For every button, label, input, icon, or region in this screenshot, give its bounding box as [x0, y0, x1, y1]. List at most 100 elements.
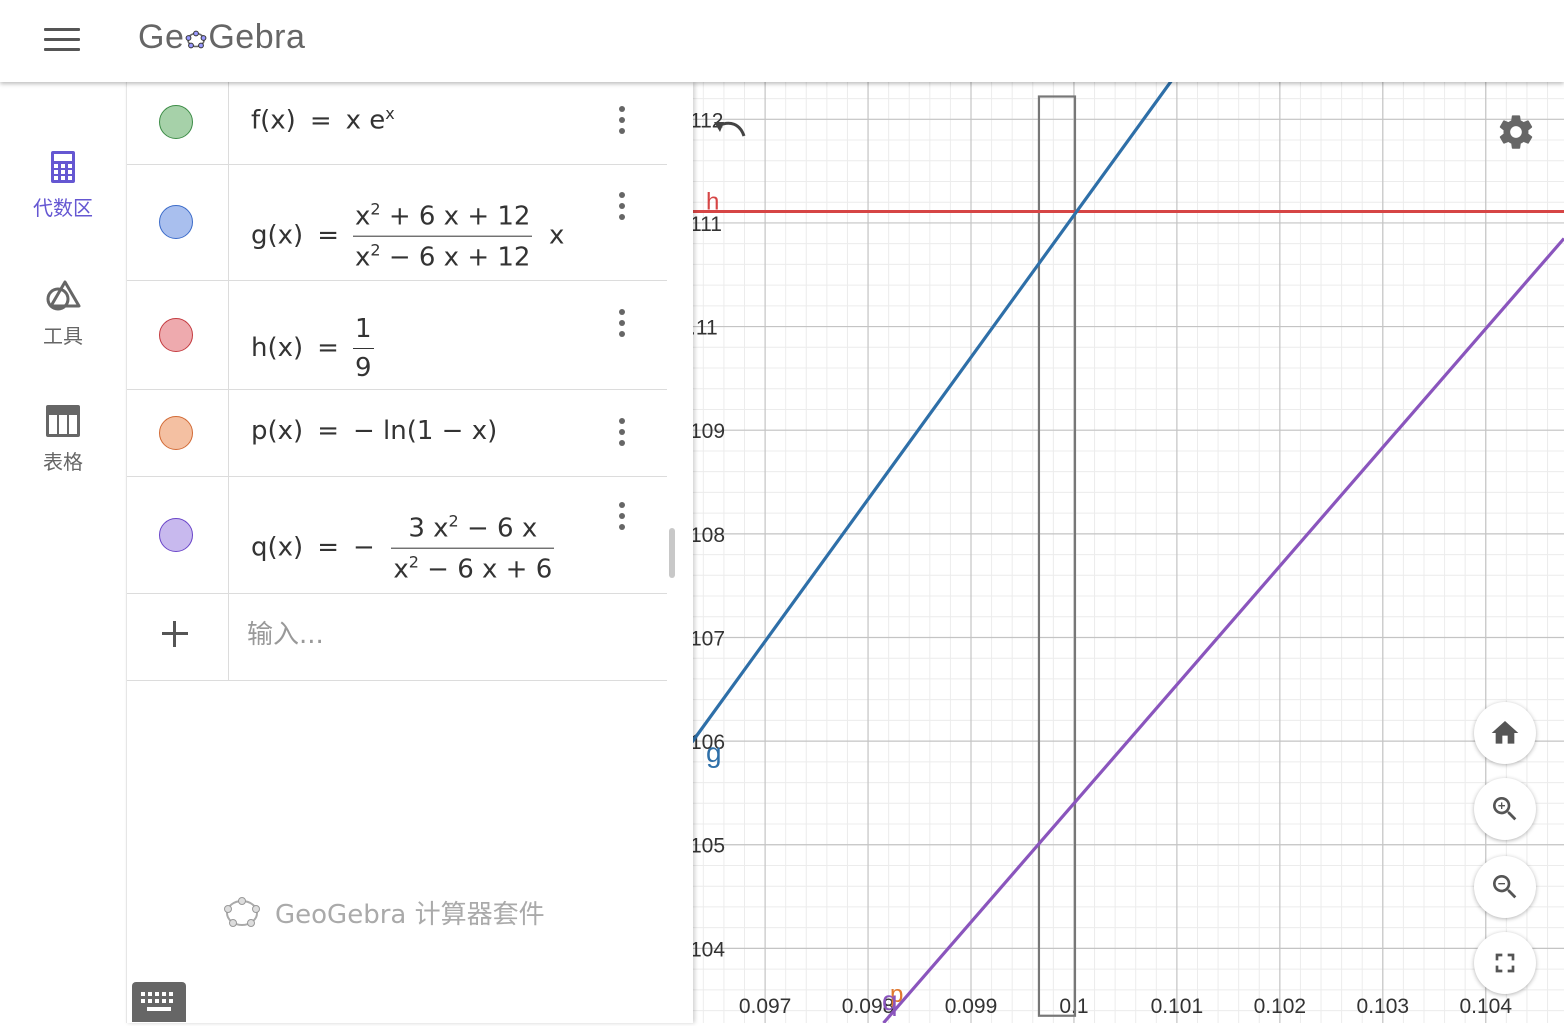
algebra-input[interactable] [245, 614, 649, 656]
nav-item-tools[interactable]: 工具 [0, 278, 126, 349]
equals-sign: = [317, 333, 339, 363]
formula-p[interactable]: p(x) = − ln(1 − x) [251, 416, 497, 446]
fullscreen-button[interactable] [1474, 932, 1536, 994]
more-options-icon[interactable] [617, 309, 627, 343]
selection-rectangle [1037, 95, 1077, 1017]
menu-icon[interactable] [44, 28, 80, 54]
nav-label-table: 表格 [43, 450, 83, 474]
nav-label-algebra: 代数区 [33, 196, 93, 220]
zoom-in-icon [1493, 797, 1517, 821]
marble-cell [127, 477, 229, 593]
y-tick-label: 107 [692, 627, 725, 650]
visibility-marble[interactable] [159, 318, 193, 352]
marble-cell [127, 164, 229, 280]
app-header: Ge Gebra [0, 0, 1564, 82]
nav-label-tools: 工具 [43, 324, 83, 348]
denominator: x2 − 6 x + 12 [354, 240, 531, 272]
x-tick-label: 0.097 [739, 995, 792, 1018]
visibility-marble[interactable] [159, 105, 193, 139]
equals-sign: = [317, 532, 339, 563]
zoom-in-button[interactable] [1474, 778, 1536, 840]
x-tick-label: 0.099 [945, 995, 998, 1018]
y-tick-label: 111 [692, 213, 722, 236]
graphics-view[interactable]: 0.097 0.098 0.099 0.1 0.101 0.102 0.103 0.104 11… [692, 82, 1564, 1023]
nav-item-table[interactable]: 表格 [0, 404, 126, 475]
home-button[interactable] [1474, 702, 1536, 764]
fullscreen-icon [1495, 953, 1515, 973]
nav-item-algebra[interactable]: 代数区 [0, 150, 126, 221]
scrollbar-thumb[interactable] [669, 528, 675, 578]
pentagon-logo-icon [185, 30, 207, 49]
marble-cell [127, 594, 229, 680]
visibility-marble[interactable] [159, 205, 193, 239]
x-tick-label: 0.102 [1254, 995, 1307, 1018]
curve-label-g: g [706, 737, 722, 768]
gear-icon[interactable] [1496, 112, 1536, 152]
curve-label-q: q [882, 985, 898, 1016]
algebra-row-q[interactable]: q(x) = − 3 x2 − 6 x x2 − 6 x + 6 [127, 477, 667, 594]
algebra-view: f(x) = x ex g(x) = x2 + 6 x + 12 x2 − 6 x + 1… [126, 82, 693, 1023]
x-tick-label: 0.104 [1459, 995, 1512, 1018]
marble-cell [127, 390, 229, 476]
more-options-icon[interactable] [617, 192, 627, 226]
home-icon [1491, 721, 1519, 744]
zoom-out-button[interactable] [1474, 856, 1536, 918]
suite-text: GeoGebra 计算器套件 [275, 900, 545, 930]
formula-h[interactable]: h(x) = 1 9 [251, 314, 374, 383]
function-name: p(x) [251, 416, 304, 446]
marble-cell [127, 281, 229, 389]
curve-label-h: h [706, 188, 719, 215]
equals-sign: = [309, 105, 332, 136]
y-tick-label: 108 [692, 524, 725, 547]
more-options-icon[interactable] [617, 502, 627, 536]
visibility-marble[interactable] [159, 416, 193, 450]
fraction: 19 [352, 314, 374, 383]
equals-sign: = [317, 220, 339, 251]
formula-g[interactable]: g(x) = x2 + 6 x + 12 x2 − 6 x + 12 x [251, 200, 564, 272]
geogebra-logo: Ge Gebra [138, 18, 306, 56]
expression-tail: x [549, 220, 565, 251]
numerator: x2 + 6 x + 12 [352, 200, 533, 237]
keyboard-icon[interactable] [132, 982, 186, 1022]
more-options-icon[interactable] [617, 106, 627, 140]
denominator: 9 [354, 353, 372, 383]
function-name: q(x) [251, 532, 304, 563]
fraction: 3 x2 − 6 x x2 − 6 x + 6 [391, 512, 555, 584]
formula-q[interactable]: q(x) = − 3 x2 − 6 x x2 − 6 x + 6 [251, 512, 555, 584]
plus-icon[interactable] [160, 619, 190, 649]
y-tick-label: .11 [692, 317, 718, 340]
equals-sign: = [317, 416, 339, 446]
side-nav: 代数区 工具 表格 [0, 82, 126, 1023]
function-name: h(x) [251, 333, 304, 363]
algebra-row-p[interactable]: p(x) = − ln(1 − x) [127, 390, 667, 477]
marble-cell [127, 82, 229, 164]
shapes-icon [46, 280, 81, 311]
x-tick-label: 0.101 [1151, 995, 1204, 1018]
algebra-row-g[interactable]: g(x) = x2 + 6 x + 12 x2 − 6 x + 12 x [127, 164, 667, 281]
denominator: x2 − 6 x + 6 [393, 552, 553, 584]
algebra-row-f[interactable]: f(x) = x ex [127, 82, 667, 165]
formula-f[interactable]: f(x) = x ex [251, 104, 395, 136]
undo-icon[interactable] [710, 112, 750, 142]
more-options-icon[interactable] [617, 418, 627, 452]
algebra-input-row[interactable] [127, 594, 667, 681]
visibility-marble[interactable] [159, 518, 193, 552]
fraction: x2 + 6 x + 12 x2 − 6 x + 12 [352, 200, 533, 272]
exponent: x [385, 104, 395, 123]
function-name: g(x) [251, 220, 304, 251]
algebra-row-h[interactable]: h(x) = 1 9 [127, 281, 667, 390]
table-icon [46, 405, 80, 437]
geogebra-pentagon-icon [224, 897, 260, 927]
y-tick-label: 104 [692, 938, 725, 961]
suite-label: GeoGebra 计算器套件 [223, 894, 545, 931]
sign: − [352, 532, 375, 563]
zoom-out-icon [1493, 875, 1517, 899]
calculator-icon [51, 151, 75, 183]
x-tick-label: 0.103 [1357, 995, 1410, 1018]
curve-q [882, 237, 1564, 1023]
graph-canvas[interactable]: 0.097 0.098 0.099 0.1 0.101 0.102 0.103 0.10411… [692, 82, 1564, 1023]
expression: x e [345, 105, 386, 136]
numerator: 1 [352, 314, 374, 349]
function-name: f(x) [251, 105, 296, 136]
expression: − ln(1 − x) [352, 416, 498, 446]
